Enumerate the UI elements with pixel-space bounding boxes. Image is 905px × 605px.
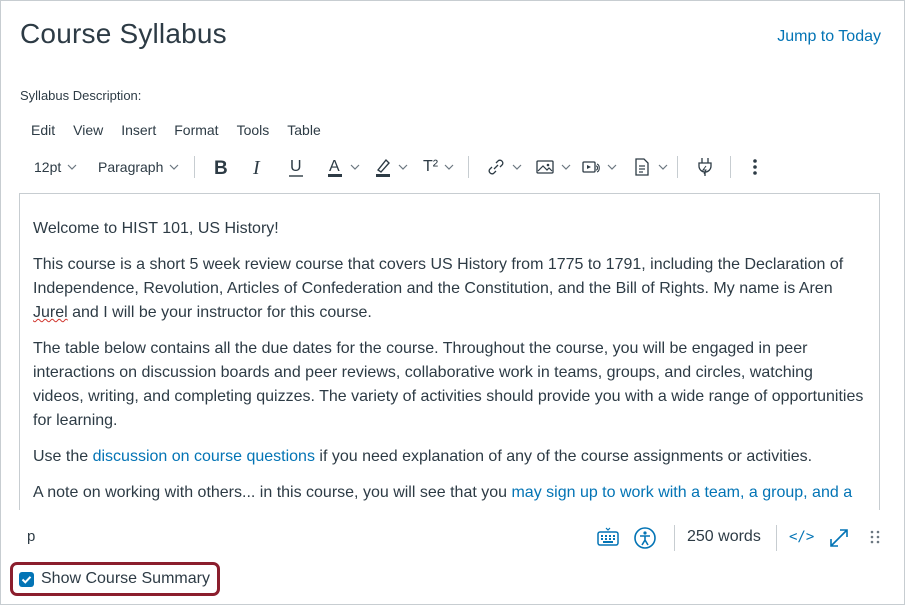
chevron-down-icon (67, 164, 77, 170)
paragraph-intro-text-end: and I will be your instructor for this c… (67, 304, 372, 321)
image-icon (536, 160, 554, 174)
apps-plugin-button[interactable] (695, 152, 715, 182)
discussion-link[interactable]: discussion on course questions (93, 448, 315, 465)
font-size-value: 12pt (34, 159, 62, 175)
element-path[interactable]: p (27, 528, 35, 545)
highlight-color-button[interactable] (374, 152, 408, 182)
image-button[interactable] (535, 152, 571, 182)
chevron-down-icon (444, 164, 454, 170)
chevron-down-icon (350, 164, 360, 170)
paragraph-welcome: Welcome to HIST 101, US History! (33, 220, 279, 237)
paragraph-discussion: Use the discussion on course questions i… (33, 445, 868, 469)
paragraph-discussion-text-end: if you need explanation of any of the co… (314, 448, 813, 465)
highlight-icon (376, 158, 390, 177)
paragraph-note-text: A note on working with others... in this… (33, 484, 512, 501)
svg-text:B: B (214, 158, 228, 177)
fullscreen-icon[interactable] (827, 526, 851, 550)
menu-edit[interactable]: Edit (20, 121, 62, 139)
italic-icon: I (252, 157, 261, 177)
show-course-summary-checkbox[interactable]: Show Course Summary (19, 570, 210, 588)
underline-button[interactable]: U (287, 152, 305, 182)
document-button[interactable] (632, 152, 668, 182)
keyboard-icon[interactable] (596, 526, 620, 550)
chevron-down-icon (169, 164, 179, 170)
text-color-button[interactable]: A (326, 152, 360, 182)
toolbar-divider (730, 156, 731, 178)
italic-button[interactable]: I (250, 152, 266, 182)
spelling-error-word: Jurel (33, 304, 68, 321)
toolbar-divider (194, 156, 195, 178)
media-button[interactable] (581, 152, 617, 182)
editor-toolbar: 12pt Paragraph B I U A T² (20, 152, 880, 182)
word-count: 250 words (687, 528, 761, 545)
checkbox-checked-icon[interactable] (19, 571, 34, 587)
superscript-button[interactable]: T² (423, 152, 454, 182)
more-options-button[interactable] (750, 152, 760, 182)
sign-up-link[interactable]: may sign up to work with a team, a group… (511, 484, 852, 501)
block-format-select[interactable]: Paragraph (98, 152, 179, 182)
html-editor-toggle[interactable]: </> (789, 529, 814, 545)
statusbar-divider (674, 525, 675, 551)
statusbar-divider (776, 525, 777, 551)
more-options-icon (753, 159, 757, 175)
chevron-down-icon (658, 164, 668, 170)
toolbar-divider (677, 156, 678, 178)
rich-text-editor[interactable]: Welcome to HIST 101, US History! This co… (19, 193, 880, 510)
chevron-down-icon (512, 164, 522, 170)
plugin-icon (698, 158, 712, 176)
font-size-select[interactable]: 12pt (34, 152, 77, 182)
editor-content: Welcome to HIST 101, US History! This co… (33, 217, 868, 510)
text-color-icon: A (328, 158, 342, 177)
page-title: Course Syllabus (20, 18, 227, 49)
menu-tools[interactable]: Tools (226, 121, 277, 139)
media-icon (582, 161, 600, 173)
toolbar-divider (468, 156, 469, 178)
syllabus-description-label: Syllabus Description: (20, 88, 142, 103)
show-course-summary-label: Show Course Summary (41, 570, 210, 587)
superscript-icon: T² (423, 158, 439, 175)
underline-icon: U (289, 158, 303, 177)
link-button[interactable] (486, 152, 522, 182)
chevron-down-icon (561, 164, 571, 170)
accessibility-icon[interactable] (633, 526, 657, 550)
menu-format[interactable]: Format (163, 121, 225, 139)
menu-insert[interactable]: Insert (110, 121, 163, 139)
document-icon (635, 158, 649, 176)
paragraph-discussion-text: Use the (33, 448, 93, 465)
jump-to-today-link[interactable]: Jump to Today (777, 28, 881, 46)
menu-view[interactable]: View (62, 121, 110, 139)
link-icon (488, 159, 504, 175)
block-format-value: Paragraph (98, 159, 164, 175)
editor-menubar: Edit View Insert Format Tools Table (20, 121, 328, 139)
paragraph-due-dates: The table below contains all the due dat… (33, 340, 864, 429)
chevron-down-icon (607, 164, 617, 170)
paragraph-intro-text: This course is a short 5 week review cou… (33, 256, 844, 297)
svg-text:A: A (329, 158, 340, 175)
paragraph-working-with-others: A note on working with others... in this… (33, 481, 868, 505)
editor-statusbar: p 250 words </> (19, 520, 880, 556)
svg-text:I: I (252, 157, 261, 177)
bold-button[interactable]: B (212, 152, 230, 182)
paragraph-intro: This course is a short 5 week review cou… (33, 253, 868, 325)
svg-text:U: U (290, 158, 302, 175)
menu-table[interactable]: Table (276, 121, 327, 139)
bold-icon: B (214, 158, 228, 177)
chevron-down-icon (398, 164, 408, 170)
resize-handle-icon[interactable] (863, 526, 887, 550)
